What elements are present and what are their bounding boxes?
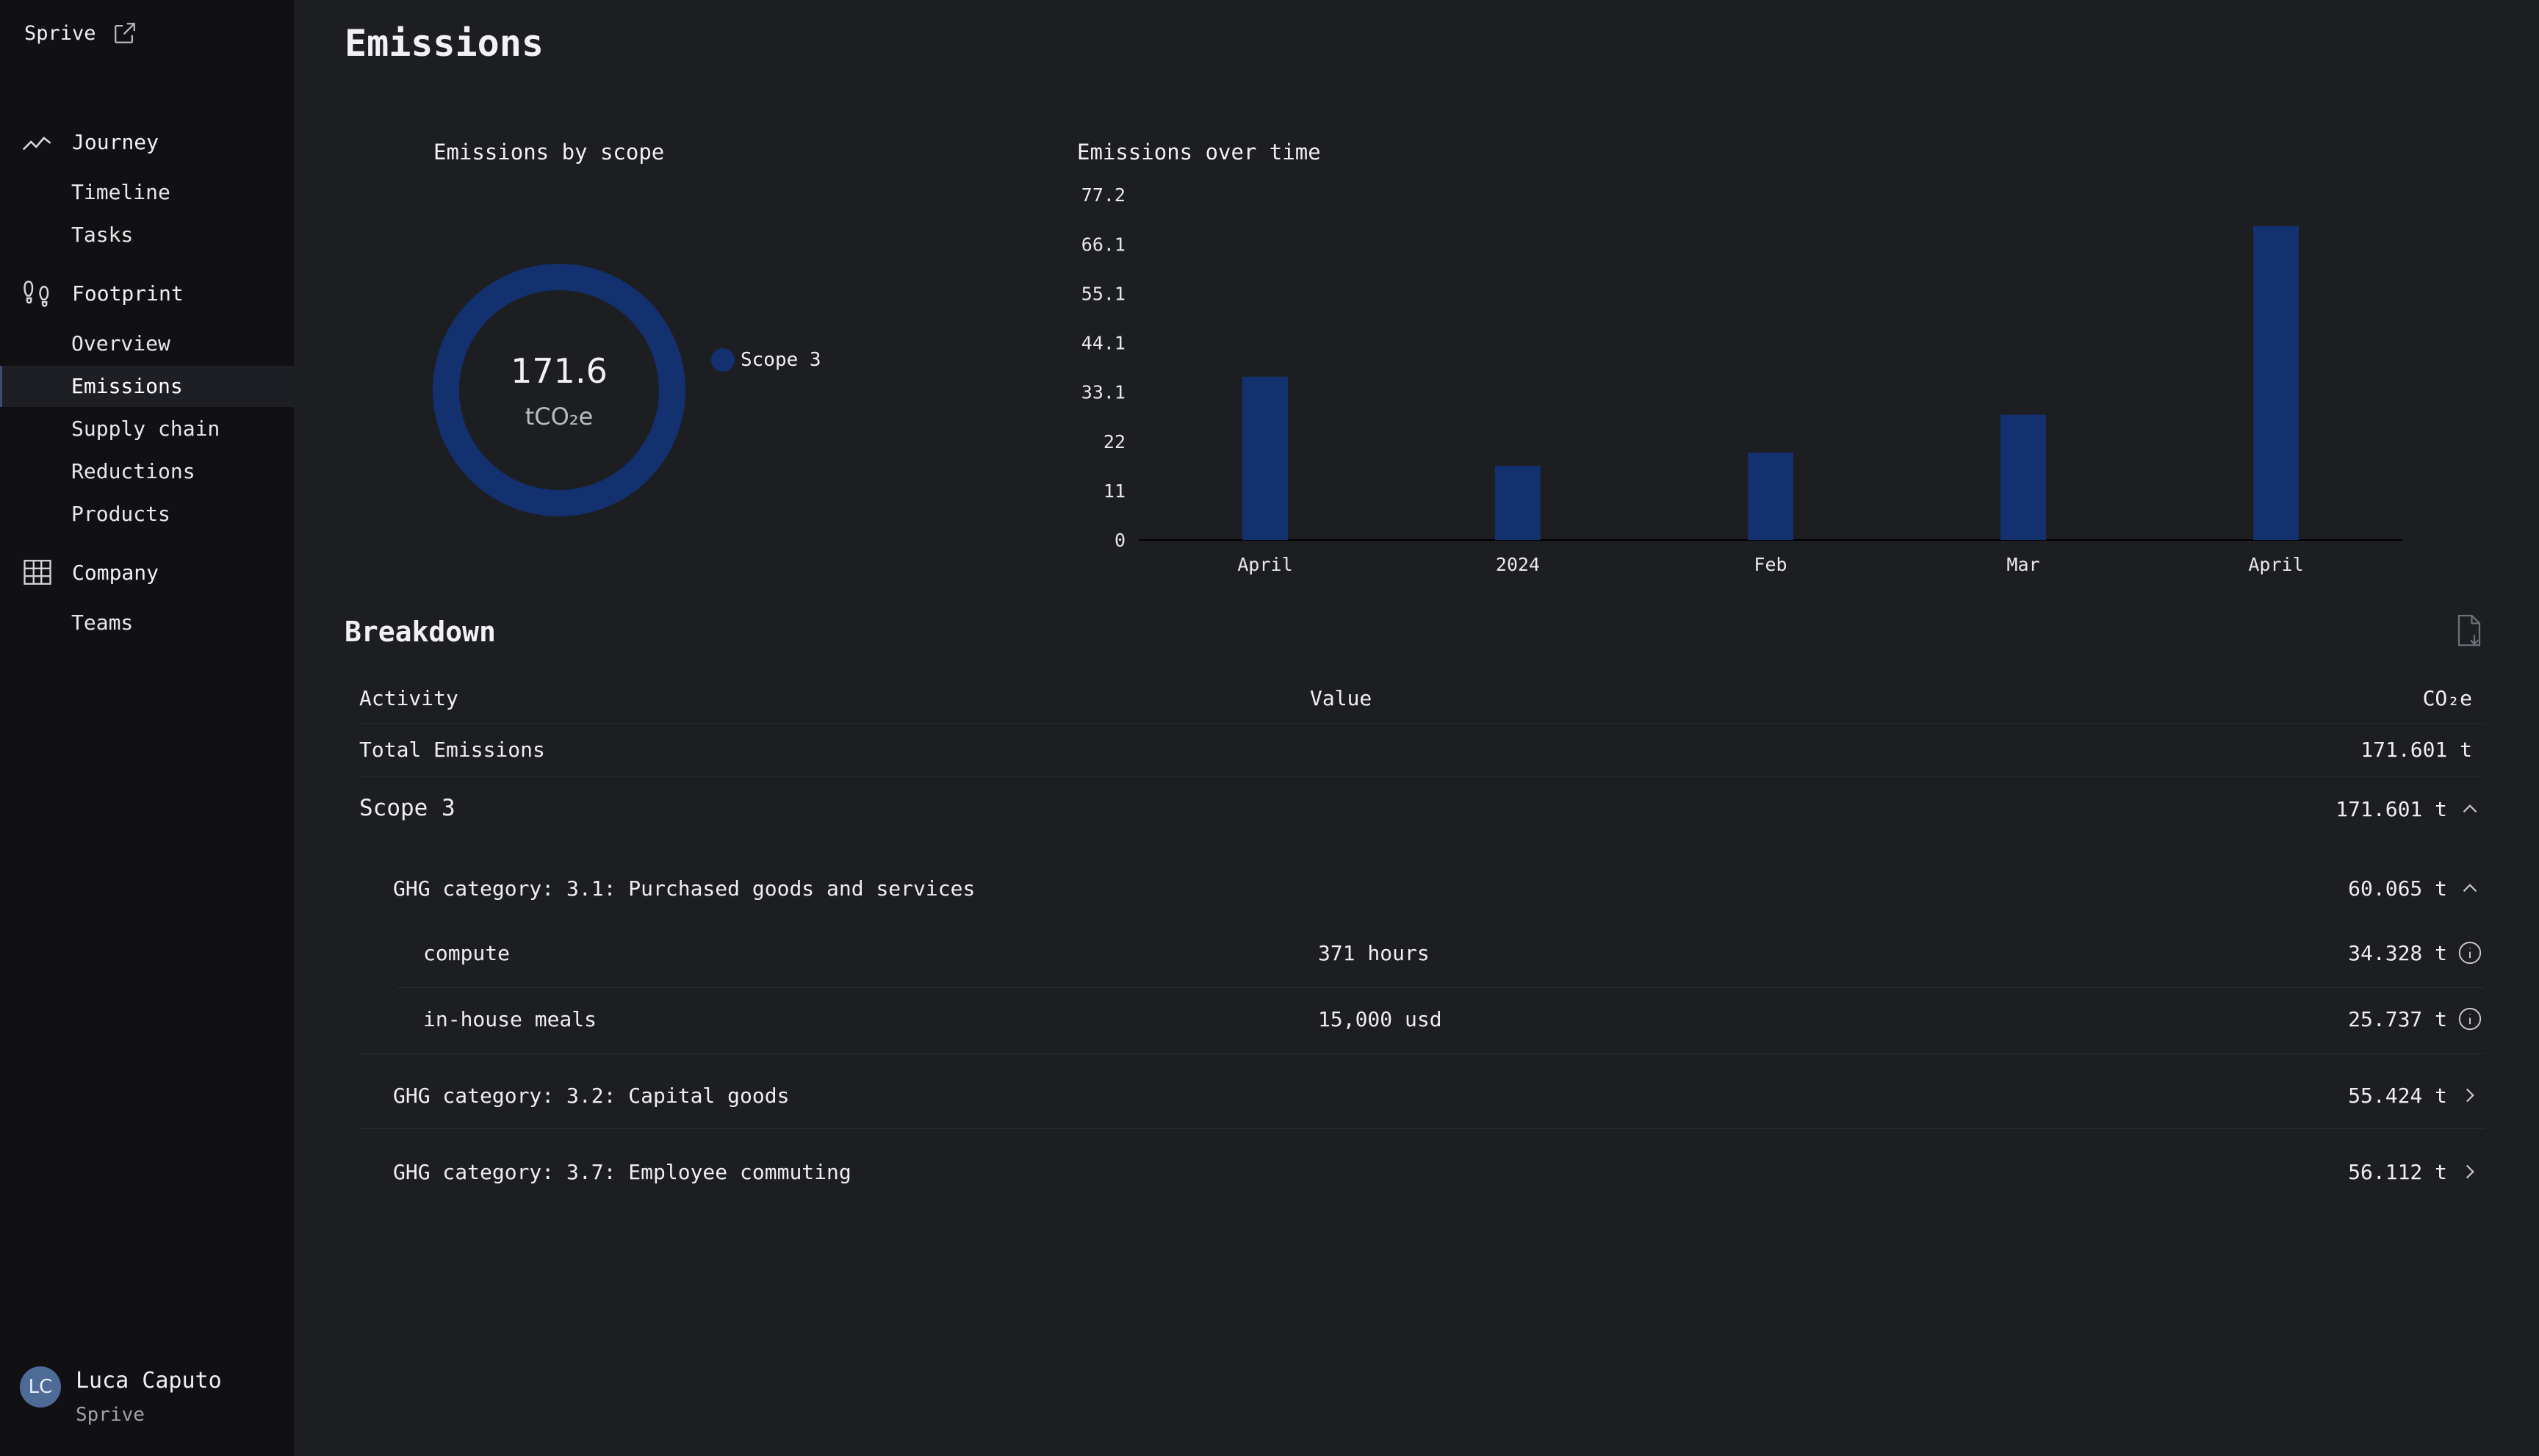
- scope-3-value: 171.601 t: [2335, 797, 2447, 821]
- bar-5[interactable]: [2253, 226, 2299, 540]
- column-header-co2e: CO₂e: [2422, 686, 2472, 710]
- nav-group-company[interactable]: Company: [22, 557, 159, 588]
- ghg-category-label: GHG category: 3.7: Employee commuting: [393, 1160, 851, 1184]
- emissions-over-time-chart: 0 11 22 33.1 44.1 55.1 66.1 77.2 April 2024 Feb Mar…: [1081, 184, 2402, 575]
- activity-value: 371 hours: [1318, 941, 1430, 965]
- chevron-right-icon[interactable]: [2457, 1083, 2482, 1108]
- bar-4[interactable]: [2000, 414, 2046, 540]
- sidebar-item-timeline[interactable]: Timeline: [0, 172, 294, 213]
- brand-name: Sprive: [24, 21, 96, 45]
- y-tick-label: 44.1: [1081, 333, 1126, 354]
- ghg-category-value: 60.065 t: [2348, 876, 2447, 901]
- column-header-activity: Activity: [359, 686, 458, 710]
- nav-group-label: Footprint: [72, 281, 184, 306]
- time-chart-title: Emissions over time: [1077, 140, 1321, 165]
- ghg-category-value: 55.424 t: [2348, 1084, 2447, 1108]
- trend-line-icon: [22, 136, 51, 151]
- scope-legend: Scope 3: [711, 348, 821, 372]
- row-divider: [397, 987, 2485, 988]
- ghg-category-label: GHG category: 3.2: Capital goods: [393, 1084, 790, 1108]
- total-emissions-label: Total Emissions: [359, 738, 545, 762]
- activity-name: in-house meals: [423, 1007, 597, 1031]
- row-divider: [359, 723, 2485, 724]
- export-file-icon[interactable]: [2454, 614, 2485, 648]
- x-tick-label: April: [2248, 554, 2303, 575]
- scope-3-label: Scope 3: [359, 795, 455, 821]
- external-link-icon: [114, 23, 135, 43]
- page-title: Emissions: [345, 22, 544, 65]
- chevron-right-icon[interactable]: [2457, 1159, 2482, 1184]
- activity-name: compute: [423, 941, 511, 965]
- chevron-up-icon[interactable]: [2457, 796, 2482, 821]
- sidebar-item-products[interactable]: Products: [0, 494, 294, 535]
- ghg-category-label: GHG category: 3.1: Purchased goods and s…: [393, 876, 976, 901]
- sidebar-item-teams[interactable]: Teams: [0, 602, 294, 644]
- nav-group-label: Company: [72, 560, 159, 585]
- building-icon: [24, 560, 51, 585]
- x-tick-label: 2024: [1496, 554, 1540, 575]
- x-tick-label: April: [1237, 554, 1292, 575]
- nav-group-footprint[interactable]: Footprint: [22, 278, 184, 309]
- bar-2[interactable]: [1495, 465, 1541, 540]
- bar-1[interactable]: [1242, 376, 1288, 540]
- nav-group-journey[interactable]: Journey: [22, 126, 159, 157]
- ghg-category-value: 56.112 t: [2348, 1160, 2447, 1184]
- y-tick-label: 55.1: [1081, 284, 1126, 305]
- user-name: Luca Caputo: [76, 1368, 222, 1394]
- x-tick-label: Mar: [2006, 554, 2039, 575]
- nav-group-label: Journey: [72, 129, 159, 154]
- info-icon[interactable]: [2457, 1006, 2482, 1031]
- y-tick-label: 0: [1114, 530, 1126, 551]
- brand-link[interactable]: Sprive: [24, 21, 137, 46]
- bar-3[interactable]: [1748, 453, 1793, 540]
- footprints-icon: [24, 281, 49, 307]
- chevron-up-icon[interactable]: [2457, 876, 2482, 901]
- y-tick-label: 22: [1103, 431, 1126, 453]
- row-divider: [359, 1053, 2485, 1054]
- legend-swatch: [711, 348, 735, 372]
- total-emissions-value: 171.601 t: [2360, 738, 2472, 762]
- y-tick-label: 66.1: [1081, 234, 1126, 256]
- y-tick-label: 33.1: [1081, 381, 1126, 403]
- y-tick-label: 11: [1103, 480, 1126, 502]
- sidebar-item-overview[interactable]: Overview: [0, 323, 294, 364]
- avatar: LC: [20, 1366, 61, 1408]
- row-divider: [359, 1128, 2485, 1129]
- column-header-value: Value: [1310, 686, 1372, 710]
- activity-co2e: 34.328 t: [2348, 941, 2447, 965]
- sidebar-item-reductions[interactable]: Reductions: [0, 451, 294, 492]
- breakdown-title: Breakdown: [345, 616, 496, 648]
- sidebar-item-emissions[interactable]: Emissions: [0, 366, 294, 407]
- activity-co2e: 25.737 t: [2348, 1007, 2447, 1031]
- sidebar-item-supply-chain[interactable]: Supply chain: [0, 408, 294, 450]
- donut-unit: tCO₂e: [525, 403, 594, 430]
- y-tick-label: 77.2: [1081, 184, 1126, 206]
- scope-donut-chart: 171.6 tCO₂e: [432, 263, 686, 517]
- sidebar: Sprive Journey Timeline Tasks Footprint …: [0, 0, 294, 1456]
- donut-total-value: 171.6: [511, 351, 608, 391]
- sidebar-item-tasks[interactable]: Tasks: [0, 215, 294, 256]
- legend-label: Scope 3: [741, 349, 821, 371]
- user-org: Sprive: [76, 1404, 145, 1426]
- activity-value: 15,000 usd: [1318, 1007, 1442, 1031]
- info-icon[interactable]: [2457, 940, 2482, 965]
- scope-chart-title: Emissions by scope: [433, 140, 665, 165]
- x-tick-label: Feb: [1754, 554, 1787, 575]
- user-profile[interactable]: LC Luca Caputo Sprive: [20, 1366, 222, 1428]
